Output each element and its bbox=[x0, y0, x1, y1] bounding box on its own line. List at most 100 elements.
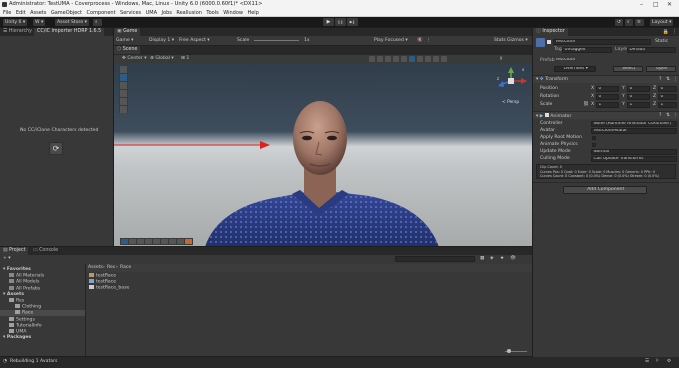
account-button[interactable]: Unity 6 ▾ bbox=[3, 18, 28, 26]
tab-inspector[interactable]: ⓘ Inspector bbox=[533, 28, 568, 36]
transform-header[interactable]: ▾ ✥ Transform ? ⇅ ⋮ bbox=[533, 75, 679, 83]
breadcrumb-race[interactable]: Race bbox=[120, 265, 131, 271]
scale-tool-icon[interactable] bbox=[120, 90, 127, 97]
step-button[interactable]: ▶❙ bbox=[347, 18, 358, 26]
overlay-scale-icon[interactable] bbox=[137, 239, 144, 244]
console-icon[interactable]: ☰ bbox=[645, 359, 649, 365]
overlay-light-icon[interactable] bbox=[185, 239, 192, 244]
tree-item[interactable]: All Models bbox=[0, 279, 85, 285]
menu-jobs[interactable]: Jobs bbox=[162, 10, 172, 16]
settings-icon[interactable]: ⚙ bbox=[667, 359, 671, 365]
light-icon[interactable] bbox=[385, 56, 391, 62]
wireframe-icon[interactable] bbox=[377, 56, 383, 62]
component-menu-icon[interactable]: ⋮ bbox=[673, 77, 678, 83]
project-search-input[interactable] bbox=[395, 256, 475, 262]
tree-item[interactable]: Clothing bbox=[0, 304, 85, 310]
add-component-button[interactable]: Add Component bbox=[563, 186, 647, 194]
overlay-bone-icon[interactable] bbox=[153, 239, 160, 244]
avatar-field[interactable]: TestClothAvatar bbox=[591, 128, 677, 134]
menu-reallusion[interactable]: Reallusion bbox=[176, 10, 202, 16]
menu-assets[interactable]: Assets bbox=[30, 10, 46, 16]
component-menu-icon[interactable]: ⋮ bbox=[673, 113, 678, 119]
pos-x-field[interactable]: 0 bbox=[596, 86, 619, 92]
preset-icon[interactable]: ⇅ bbox=[666, 113, 670, 119]
preset-icon[interactable]: ⇅ bbox=[666, 77, 670, 83]
update-mode-dropdown[interactable]: Normal bbox=[591, 149, 677, 155]
tree-item[interactable]: TutorialInfo bbox=[0, 322, 85, 329]
menu-services[interactable]: Services bbox=[120, 10, 141, 16]
favorite-icon[interactable]: ★ bbox=[500, 256, 504, 262]
history-icon[interactable]: ↺ bbox=[615, 18, 623, 26]
tree-item[interactable]: All Materials bbox=[0, 273, 85, 279]
overrides-dropdown[interactable]: Overrides ▾ bbox=[554, 66, 596, 72]
snap-dropdown[interactable]: ⊞ 1 bbox=[181, 56, 189, 62]
menu-gameobject[interactable]: GameObject bbox=[51, 10, 82, 16]
scl-z-field[interactable]: 1 bbox=[658, 102, 677, 108]
tree-item[interactable]: ▾ Assets bbox=[0, 292, 85, 298]
globe-icon[interactable] bbox=[409, 56, 415, 62]
audio-icon[interactable] bbox=[393, 56, 399, 62]
pivot-dropdown[interactable]: ✥ Center ▾ bbox=[122, 56, 147, 62]
tab-cc-importer[interactable]: CC/iC Importer HDRP 1.6.5 bbox=[34, 28, 105, 36]
overlay-snap-icon[interactable] bbox=[161, 239, 168, 244]
play-mode-dropdown[interactable]: Play Focused ▾ bbox=[374, 38, 408, 44]
space-dropdown[interactable]: ⊕ Global ▾ bbox=[150, 56, 174, 62]
menu-help[interactable]: Help bbox=[247, 10, 258, 16]
cloud-button[interactable]: W ▾ bbox=[33, 18, 46, 26]
layout-dropdown[interactable]: Layout ▾ bbox=[650, 18, 674, 26]
active-checkbox[interactable] bbox=[547, 40, 551, 44]
animator-enabled-checkbox[interactable] bbox=[544, 113, 549, 117]
layers-icon[interactable]: ≡ bbox=[635, 18, 644, 26]
rotate-tool-icon[interactable] bbox=[120, 82, 127, 89]
tree-item[interactable]: Settings bbox=[0, 316, 85, 323]
hand-tool-icon[interactable] bbox=[120, 66, 127, 73]
tag-dropdown[interactable]: Untagged bbox=[562, 47, 612, 53]
menu-icon[interactable]: ⋮ bbox=[672, 29, 677, 35]
effects-icon[interactable] bbox=[401, 56, 407, 62]
pos-y-field[interactable]: 0 bbox=[627, 86, 650, 92]
scl-x-field[interactable]: 1 bbox=[596, 102, 619, 108]
gizmos-icon[interactable] bbox=[441, 56, 447, 62]
menu-tools[interactable]: Tools bbox=[206, 10, 218, 16]
pos-z-field[interactable]: 0 bbox=[658, 86, 677, 92]
breadcrumb-res[interactable]: Res bbox=[107, 265, 115, 271]
scene-viewport[interactable]: ✥ Center ▾ ⊕ Global ▾ ⊞ 1 y x z < Persp bbox=[114, 55, 532, 246]
minimize-button[interactable]: – bbox=[640, 1, 643, 8]
help-icon[interactable]: ? bbox=[659, 113, 661, 119]
stats-button[interactable]: Stats bbox=[494, 38, 506, 44]
open-button[interactable]: Open bbox=[646, 66, 676, 72]
tab-project[interactable]: ▤ Project bbox=[0, 247, 29, 255]
menu-file[interactable]: File bbox=[3, 10, 11, 16]
settings-icon[interactable]: ⋮ bbox=[426, 38, 431, 44]
filter-type-icon[interactable]: ▦ bbox=[480, 256, 484, 262]
animate-physics-checkbox[interactable] bbox=[592, 143, 596, 147]
rect-tool-icon[interactable] bbox=[120, 98, 127, 105]
display-type-dropdown[interactable]: Game ▾ bbox=[116, 38, 133, 44]
character-model[interactable] bbox=[174, 90, 474, 246]
select-button[interactable]: Select bbox=[613, 66, 643, 72]
file-item[interactable]: testRace_base bbox=[89, 285, 129, 291]
rot-z-field[interactable]: 0 bbox=[658, 94, 677, 100]
grid-icon[interactable] bbox=[425, 56, 431, 62]
menu-window[interactable]: Window bbox=[223, 10, 243, 16]
pause-button[interactable]: ❙❙ bbox=[335, 18, 346, 26]
icon-size-slider-thumb[interactable] bbox=[507, 349, 511, 353]
lock-icon[interactable]: 🔒 bbox=[663, 29, 669, 35]
overlay-view-icon[interactable] bbox=[169, 239, 176, 244]
visibility-icon[interactable] bbox=[417, 56, 423, 62]
tree-item[interactable]: All Prefabs bbox=[0, 285, 85, 292]
breadcrumb-assets[interactable]: Assets bbox=[88, 265, 103, 271]
tree-item[interactable]: Race bbox=[0, 310, 85, 317]
notifications-icon[interactable]: ⚐ bbox=[655, 359, 659, 365]
help-icon[interactable]: ? bbox=[659, 77, 661, 83]
tab-scene[interactable]: ⬡ Scene bbox=[114, 46, 141, 54]
filter-label-icon[interactable]: ◈ bbox=[490, 256, 494, 262]
shaded-icon[interactable] bbox=[369, 56, 375, 62]
menu-component[interactable]: Component bbox=[87, 10, 116, 16]
camera-icon[interactable] bbox=[433, 56, 439, 62]
search-icon[interactable]: ⌕ bbox=[625, 18, 633, 26]
move-tool-icon[interactable] bbox=[120, 74, 127, 81]
overlay-camera-icon[interactable] bbox=[177, 239, 184, 244]
tab-console[interactable]: ▭ Console bbox=[30, 247, 61, 255]
overlay-rotate-icon[interactable] bbox=[129, 239, 136, 244]
